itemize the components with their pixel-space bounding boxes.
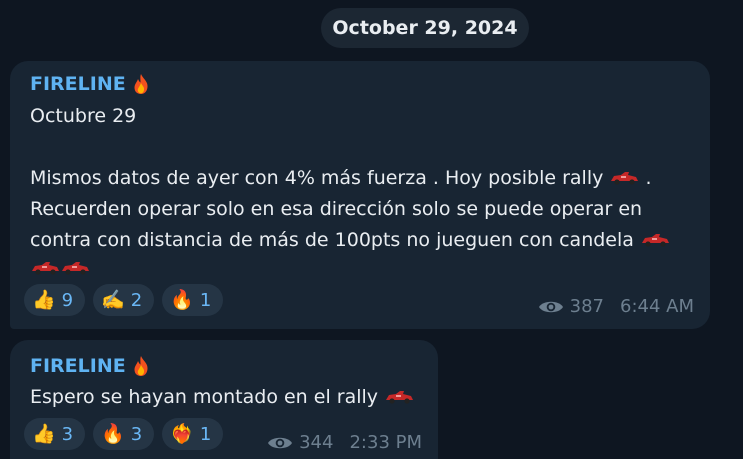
view-count: 344 bbox=[299, 432, 334, 453]
message-line bbox=[30, 256, 670, 280]
race-car-icon bbox=[62, 262, 89, 275]
date-separator: October 29, 2024 bbox=[321, 8, 529, 48]
reaction-count: 3 bbox=[61, 423, 74, 445]
reaction-count: 1 bbox=[199, 289, 212, 311]
message-bubble[interactable]: FIRELINE Octubre 29 Mismos datos de ayer… bbox=[10, 61, 710, 329]
message-line-suffix: . bbox=[645, 167, 652, 189]
reaction-count: 3 bbox=[130, 423, 143, 445]
message-line: Recuerden operar solo en esa dirección s… bbox=[30, 198, 643, 220]
message-line-text: Mismos datos de ayer con 4% más fuerza .… bbox=[30, 167, 604, 189]
reaction-fire[interactable]: 🔥 1 bbox=[162, 284, 224, 316]
views-eye-icon bbox=[268, 437, 293, 448]
sender-label: FIRELINE bbox=[30, 355, 126, 377]
race-car-icon bbox=[641, 234, 669, 247]
reaction-writing-hand[interactable]: ✍️ 2 bbox=[93, 284, 155, 316]
reaction-count: 1 bbox=[199, 423, 212, 445]
fire-icon bbox=[134, 356, 148, 376]
reaction-count: 9 bbox=[61, 289, 74, 311]
message-time: 2:33 PM bbox=[349, 432, 422, 453]
reaction-heart-on-fire[interactable]: ❤️‍🔥 1 bbox=[162, 418, 224, 450]
heart-on-fire-icon: ❤️‍🔥 bbox=[170, 422, 194, 445]
reaction-thumbs-up[interactable]: 👍 3 bbox=[24, 418, 86, 450]
thumbs-up-icon: 👍 bbox=[32, 288, 56, 311]
message-bubble[interactable]: FIRELINE Espero se hayan montado en el r… bbox=[10, 340, 438, 459]
fire-icon bbox=[134, 74, 148, 94]
race-car-icon bbox=[611, 172, 639, 185]
message-line-text: Espero se hayan montado en el rally bbox=[30, 386, 379, 408]
message-line bbox=[30, 132, 670, 163]
message-text: Espero se hayan montado en el rally bbox=[30, 382, 414, 413]
reactions-bar: 👍 9 ✍️ 2 🔥 1 bbox=[24, 284, 224, 316]
race-car-icon bbox=[386, 391, 414, 404]
reaction-count: 2 bbox=[130, 289, 143, 311]
message-text: Octubre 29 Mismos datos de ayer con 4% m… bbox=[30, 101, 670, 280]
message-time: 6:44 AM bbox=[620, 296, 694, 317]
reaction-fire[interactable]: 🔥 3 bbox=[93, 418, 155, 450]
view-count: 387 bbox=[569, 296, 604, 317]
message-line: Espero se hayan montado en el rally bbox=[30, 382, 414, 413]
race-car-icon bbox=[32, 262, 59, 275]
writing-hand-icon: ✍️ bbox=[101, 288, 125, 311]
reactions-bar: 👍 3 🔥 3 ❤️‍🔥 1 bbox=[24, 418, 224, 450]
views-eye-icon bbox=[538, 301, 563, 312]
fire-icon: 🔥 bbox=[101, 422, 125, 445]
fire-icon: 🔥 bbox=[170, 288, 194, 311]
thumbs-up-icon: 👍 bbox=[32, 422, 56, 445]
sender-name[interactable]: FIRELINE bbox=[30, 355, 150, 377]
message-line: Mismos datos de ayer con 4% más fuerza .… bbox=[30, 163, 670, 194]
message-meta: 387 6:44 AM bbox=[538, 296, 694, 317]
message-line-text: contra con distancia de más de 100pts no… bbox=[30, 229, 634, 251]
message-line: contra con distancia de más de 100pts no… bbox=[30, 225, 670, 256]
message-meta: 344 2:33 PM bbox=[267, 432, 422, 453]
message-line: Octubre 29 bbox=[30, 105, 137, 127]
sender-label: FIRELINE bbox=[30, 73, 126, 95]
reaction-thumbs-up[interactable]: 👍 9 bbox=[24, 284, 86, 316]
sender-name[interactable]: FIRELINE bbox=[30, 73, 150, 95]
chat-view: October 29, 2024 FIRELINE Octubre 29 Mis… bbox=[0, 0, 743, 459]
